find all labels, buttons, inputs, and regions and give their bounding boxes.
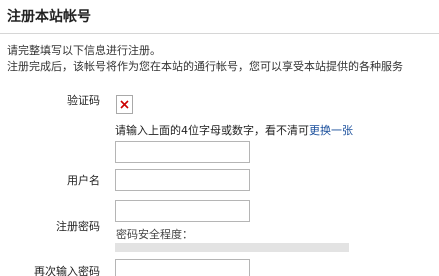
captcha-hint: 请输入上面的4位字母或数字，看不清可更换一张 bbox=[115, 122, 353, 138]
password-strength-bar bbox=[115, 243, 349, 252]
refresh-captcha-link[interactable]: 更换一张 bbox=[309, 124, 353, 137]
confirm-password-input[interactable] bbox=[115, 259, 250, 276]
password-strength-label: 密码安全程度： bbox=[116, 228, 193, 241]
captcha-label: 验证码 bbox=[67, 94, 100, 107]
captcha-image[interactable] bbox=[116, 95, 133, 114]
password-input[interactable] bbox=[115, 200, 250, 222]
title-divider bbox=[0, 33, 439, 34]
captcha-hint-text: 请输入上面的4位字母或数字，看不清可 bbox=[115, 124, 309, 137]
confirm-password-label: 再次输入密码 bbox=[34, 265, 100, 276]
broken-image-icon bbox=[120, 100, 129, 109]
password-label: 注册密码 bbox=[56, 220, 100, 233]
username-input[interactable] bbox=[115, 169, 250, 191]
captcha-input[interactable] bbox=[115, 141, 250, 163]
intro-line-1: 请完整填写以下信息进行注册。 bbox=[7, 44, 161, 57]
username-label: 用户名 bbox=[67, 174, 100, 187]
page-title: 注册本站帐号 bbox=[7, 9, 91, 25]
intro-line-2: 注册完成后，该帐号将作为您在本站的通行帐号，您可以享受本站提供的各种服务 bbox=[7, 60, 403, 73]
